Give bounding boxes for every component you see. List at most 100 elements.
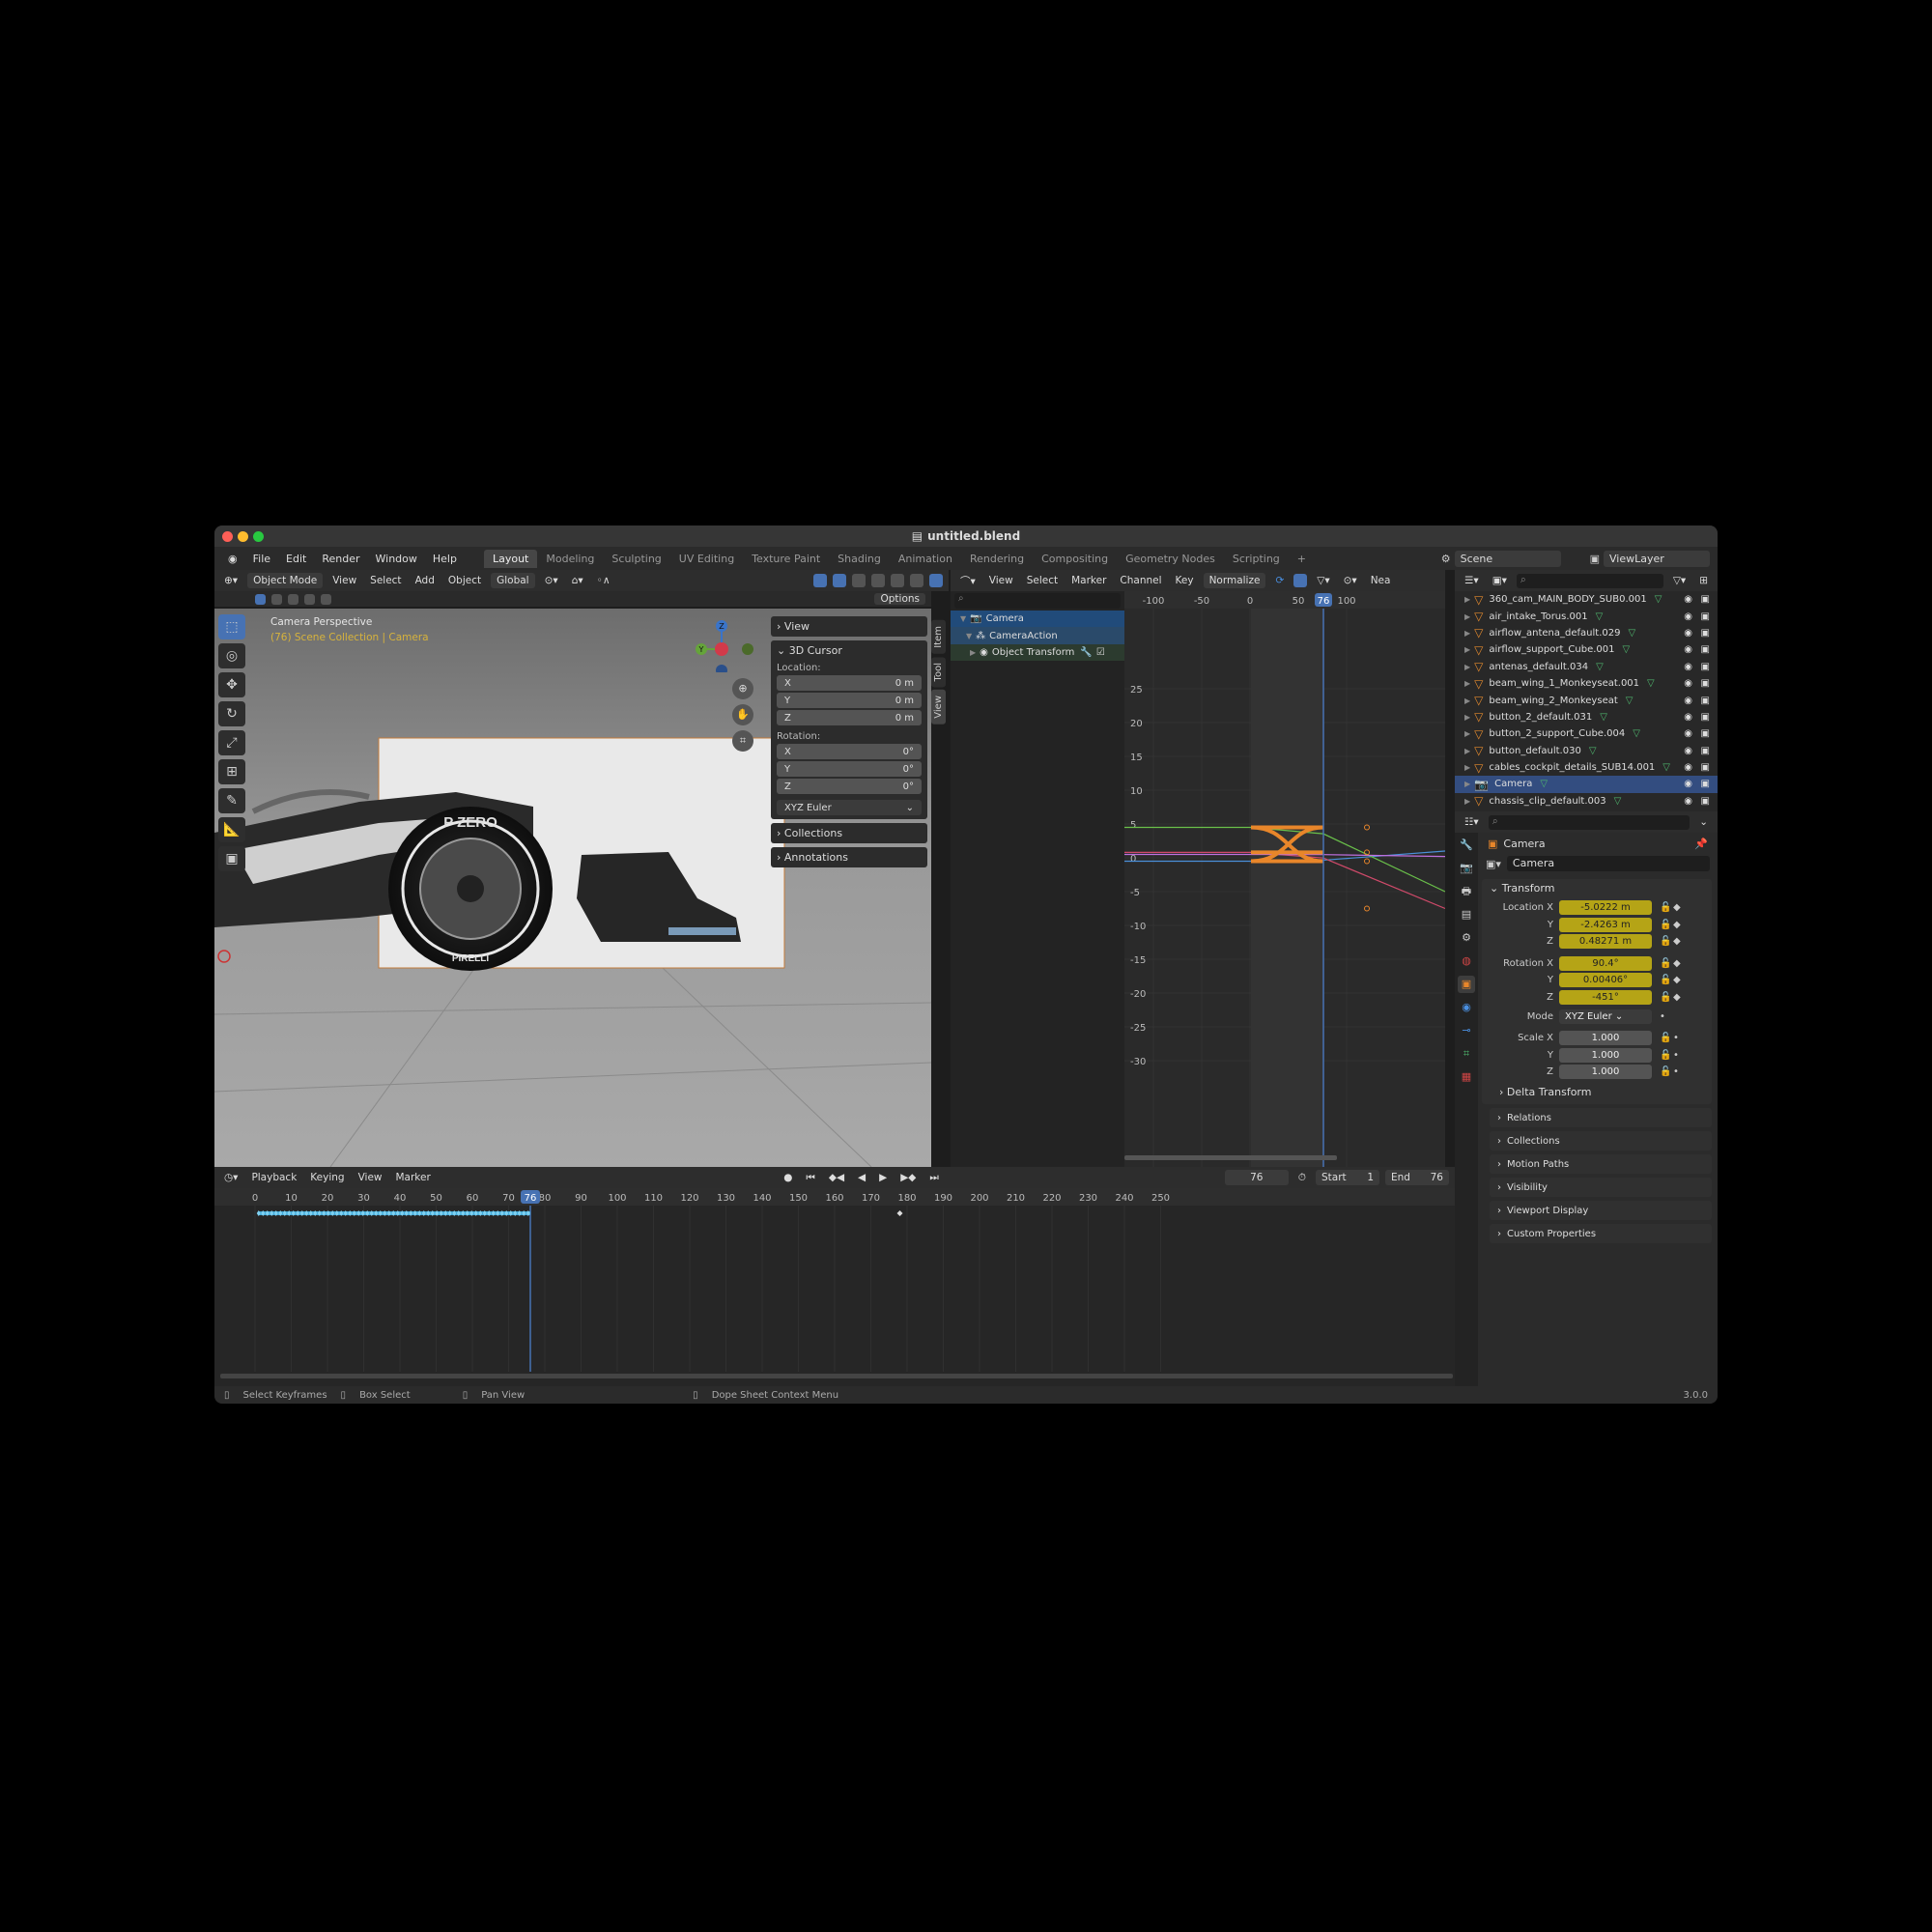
- keyframe-diamond[interactable]: [265, 1210, 270, 1216]
- outliner-search-input[interactable]: ⌕: [1516, 573, 1663, 588]
- channel-search-input[interactable]: ⌕: [954, 593, 1121, 609]
- keyframe-diamond[interactable]: [299, 1210, 304, 1216]
- keyframe-diamond[interactable]: [522, 1210, 526, 1216]
- viewport-menu-object[interactable]: Object: [444, 575, 485, 586]
- render-camera-icon[interactable]: ▣: [1701, 779, 1710, 789]
- keyframe-diamond-icon[interactable]: ◆: [1673, 958, 1687, 969]
- keyframe-diamond[interactable]: [308, 1210, 313, 1216]
- viewport-menu-add[interactable]: Add: [412, 575, 439, 586]
- pan-hand-icon[interactable]: ✋: [732, 704, 753, 725]
- keyframe-diamond[interactable]: [443, 1210, 448, 1216]
- keyframe-diamond[interactable]: [499, 1210, 504, 1216]
- eye-icon[interactable]: ◉: [1684, 746, 1692, 756]
- workspace-tab-layout[interactable]: Layout: [483, 549, 538, 568]
- keyframe-diamond[interactable]: [508, 1210, 513, 1216]
- cursor-rotation-y[interactable]: Y 0°: [777, 761, 922, 777]
- outliner-type-icon[interactable]: ☰▾: [1461, 575, 1483, 586]
- keyframe-diamond[interactable]: [439, 1210, 443, 1216]
- chevron-right-icon[interactable]: ▶: [1464, 629, 1470, 638]
- play-icon[interactable]: ▶: [875, 1172, 891, 1183]
- keyframe-diamond[interactable]: [369, 1210, 374, 1216]
- minimize-window-button[interactable]: [238, 531, 248, 542]
- channel-camera-action[interactable]: ▼ ⁂ CameraAction: [951, 627, 1124, 644]
- scale-tool-icon[interactable]: ⤢: [218, 730, 245, 755]
- xray-toggle-icon[interactable]: [852, 574, 866, 587]
- collections-section-header[interactable]: › Collections: [771, 823, 927, 843]
- keyframe-diamond[interactable]: [313, 1210, 318, 1216]
- keyframe-diamond[interactable]: [412, 1210, 417, 1216]
- viewport-menu-select[interactable]: Select: [366, 575, 405, 586]
- mode-selector[interactable]: Object Mode: [247, 573, 324, 588]
- chevron-right-icon[interactable]: ▶: [1464, 729, 1470, 738]
- select-intersect-icon[interactable]: [321, 593, 331, 605]
- lock-icon[interactable]: 🔓: [1660, 958, 1673, 969]
- chevron-down-icon[interactable]: ⌄: [1695, 816, 1712, 828]
- keyframe-diamond[interactable]: [417, 1210, 422, 1216]
- render-camera-icon[interactable]: ▣: [1701, 662, 1710, 672]
- keyframe-diamond[interactable]: [317, 1210, 322, 1216]
- add-cube-tool-icon[interactable]: ▣: [218, 846, 245, 871]
- graph-menu-view[interactable]: View: [985, 575, 1017, 586]
- view-layer-tab-icon[interactable]: ▤: [1458, 906, 1475, 923]
- keyframe-handle[interactable]: [1364, 824, 1370, 831]
- object-tab-icon[interactable]: ▣: [1458, 976, 1475, 993]
- keyframe-diamond[interactable]: [287, 1210, 292, 1216]
- keyframe-diamond[interactable]: [400, 1210, 405, 1216]
- channel-camera[interactable]: ▼ 📷 Camera: [951, 611, 1124, 628]
- render-camera-icon[interactable]: ▣: [1701, 696, 1710, 706]
- snapping-dropdown[interactable]: Nea: [1367, 575, 1395, 586]
- tab-view[interactable]: View: [931, 690, 946, 724]
- chevron-right-icon[interactable]: ▶: [1464, 797, 1470, 806]
- clock-icon[interactable]: ⏱: [1294, 1172, 1310, 1184]
- outliner-row[interactable]: ▶ 📷 Camera ▽ ◉ ▣: [1455, 776, 1718, 793]
- select-subtract-icon[interactable]: [288, 593, 298, 605]
- keyframe-diamond[interactable]: [278, 1210, 283, 1216]
- outliner-row[interactable]: ▶ ▽ 360_cam_MAIN_BODY_SUB0.001 ▽ ◉ ▣: [1455, 591, 1718, 608]
- record-icon[interactable]: ●: [780, 1172, 796, 1183]
- keyframe-dot-icon[interactable]: •: [1673, 1050, 1687, 1061]
- transform-value-field[interactable]: 0.48271 m: [1559, 934, 1652, 949]
- rotation-mode-select[interactable]: XYZ Euler ⌄: [1559, 1009, 1652, 1024]
- graph-menu-channel[interactable]: Channel: [1116, 575, 1165, 586]
- eye-icon[interactable]: ◉: [1684, 628, 1692, 639]
- keyframe-diamond[interactable]: [256, 1210, 261, 1216]
- workspace-tab-geometry-nodes[interactable]: Geometry Nodes: [1117, 550, 1224, 568]
- measure-tool-icon[interactable]: 📐: [218, 817, 245, 842]
- keyframe-diamond[interactable]: [383, 1210, 387, 1216]
- horizontal-scrollbar[interactable]: [1124, 1155, 1337, 1160]
- keyframe-dot-icon[interactable]: •: [1660, 1011, 1673, 1022]
- chevron-right-icon[interactable]: ▶: [1464, 696, 1470, 705]
- lock-icon[interactable]: 🔓: [1660, 1050, 1673, 1061]
- graph-frame-ruler[interactable]: -100 -50 0 50 100 76: [1124, 591, 1445, 609]
- keyframe-diamond[interactable]: [282, 1210, 287, 1216]
- outliner-row[interactable]: ▶ ▽ airflow_support_Cube.001 ▽ ◉ ▣: [1455, 641, 1718, 658]
- auto-normalize-icon[interactable]: ⟳: [1271, 575, 1288, 586]
- chevron-right-icon[interactable]: ▶: [1464, 780, 1470, 788]
- property-section-header[interactable]: › Visibility: [1490, 1178, 1712, 1197]
- output-tab-icon[interactable]: 🖶: [1458, 883, 1475, 900]
- lock-icon[interactable]: 🔓: [1660, 920, 1673, 930]
- keyframe-diamond[interactable]: [330, 1210, 335, 1216]
- timeline-area[interactable]: 0 10 20 30 40 50 60 70 80 90 100 110 120 130 140 150 160…: [214, 1188, 1455, 1386]
- keyframe-diamond[interactable]: [469, 1210, 474, 1216]
- workspace-tab-shading[interactable]: Shading: [829, 550, 890, 568]
- eye-icon[interactable]: ◉: [1684, 779, 1692, 789]
- channel-object-transform[interactable]: ▶ ◉ Object Transform 🔧 ☑: [951, 643, 1124, 662]
- keyframe-diamond[interactable]: [356, 1210, 361, 1216]
- texture-tab-icon[interactable]: ▦: [1458, 1068, 1475, 1086]
- view-layer-selector[interactable]: ViewLayer: [1604, 550, 1710, 567]
- keyframe-diamond[interactable]: [473, 1210, 478, 1216]
- overlay-toggle-icon[interactable]: [833, 574, 846, 587]
- render-camera-icon[interactable]: ▣: [1701, 712, 1710, 723]
- transform-value-field[interactable]: -2.4263 m: [1559, 917, 1652, 932]
- keyframe-diamond-icon[interactable]: ◆: [1673, 920, 1687, 930]
- workspace-tab-uv-editing[interactable]: UV Editing: [670, 550, 743, 568]
- timeline-type-icon[interactable]: ◷▾: [220, 1172, 242, 1183]
- keyframe-diamond[interactable]: [296, 1210, 300, 1216]
- render-camera-icon[interactable]: ▣: [1701, 746, 1710, 756]
- select-box-icon[interactable]: [255, 593, 266, 605]
- chevron-right-icon[interactable]: ▶: [1464, 595, 1470, 604]
- snap-icon[interactable]: ⌂▾: [568, 575, 587, 586]
- keyframe-diamond[interactable]: [348, 1210, 353, 1216]
- keyframe-dot-icon[interactable]: •: [1673, 1066, 1687, 1077]
